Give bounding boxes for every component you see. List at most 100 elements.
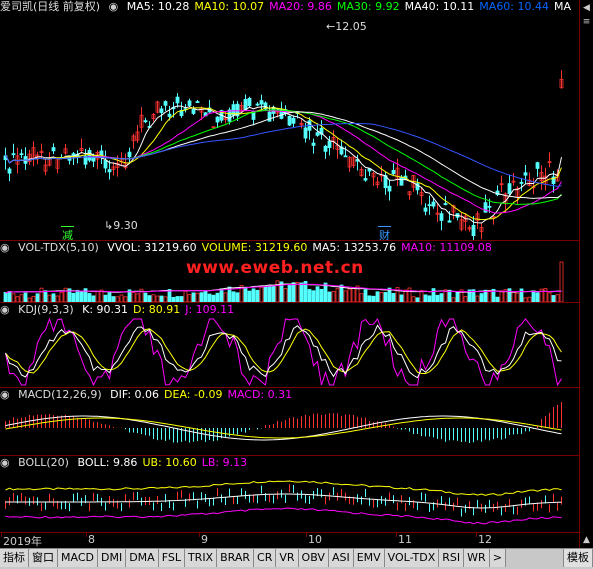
tab-wr[interactable]: WR [464, 549, 490, 567]
kdj-chart[interactable] [0, 317, 578, 387]
boll-chart[interactable] [0, 470, 578, 532]
volume-bar [259, 286, 264, 302]
legend-item: BOLL: 9.86 [77, 456, 138, 469]
tab-emv[interactable]: EMV [353, 549, 385, 567]
volume-bar [255, 289, 260, 302]
volume-bar [59, 291, 64, 302]
volume-bar [43, 290, 48, 302]
legend-item: MA30: 9.92 [336, 0, 400, 13]
tab-asi[interactable]: ASI [328, 549, 354, 567]
tab-fsl[interactable]: FSL [158, 549, 185, 567]
volume-bar [435, 294, 440, 302]
macd-dea-line [5, 417, 562, 439]
boll-ub-line [5, 480, 562, 496]
volume-bar [447, 289, 452, 302]
candle-body [423, 207, 428, 212]
volume-bar [407, 287, 412, 302]
volume-bar [439, 293, 444, 302]
volume-bar [375, 291, 380, 302]
volume-bar [331, 291, 336, 302]
macd-chart[interactable] [0, 402, 578, 455]
candle-body [315, 132, 320, 136]
volume-bar [555, 294, 560, 302]
tab-brar[interactable]: BRAR [217, 549, 255, 567]
candle-body [215, 116, 220, 123]
boll-settings-icon[interactable]: ◉ [0, 456, 10, 469]
candle-body [387, 185, 392, 192]
axis-label: 9 [201, 533, 208, 546]
vol-ma10-line [5, 283, 562, 294]
volume-bar [191, 292, 196, 302]
tab-vr[interactable]: VR [276, 549, 299, 567]
candle-body [7, 168, 12, 174]
volume-bar [379, 291, 384, 302]
tab-rsi[interactable]: RSI [439, 549, 465, 567]
legend-item: D: 80.91 [133, 303, 181, 316]
candle-body [343, 155, 348, 158]
candle-body [91, 157, 96, 162]
volume-bar [103, 294, 108, 302]
tab-trix[interactable]: TRIX [184, 549, 218, 567]
volume-bar [507, 288, 512, 302]
legend-item: MA60: 10.44 [479, 0, 550, 13]
ma-legend: MA5: 10.28 MA10: 10.07 MA20: 9.86 MA30: 9.9… [127, 0, 576, 13]
kdj-settings-icon[interactable]: ◉ [0, 303, 10, 316]
tab-dmi[interactable]: DMI [97, 549, 127, 567]
volume-bar [263, 285, 268, 302]
volume-bar [559, 261, 564, 302]
menu-icon[interactable]: ≡ [581, 16, 592, 29]
tab-obv[interactable]: OBV [298, 549, 329, 567]
scroll-left-icon[interactable]: ◀ [581, 2, 592, 15]
volume-bar [75, 289, 80, 302]
boll-panel[interactable]: ◉ BOLL(20) BOLL: 9.86 UB: 10.60 LB: 9.13 [0, 456, 580, 532]
volume-bar [363, 289, 368, 302]
candle-body [327, 140, 332, 149]
volume-bar [499, 290, 504, 302]
candle-body [287, 115, 292, 126]
tab-dma[interactable]: DMA [126, 549, 159, 567]
tab-[interactable]: > [489, 549, 506, 567]
candle-body [163, 101, 168, 106]
legend-item: MA5: 13253.76 [312, 241, 397, 254]
volume-bar [63, 287, 68, 302]
volume-bar [251, 288, 256, 302]
volume-bar [7, 290, 12, 302]
volume-bar [47, 294, 52, 302]
tab-cr[interactable]: CR [254, 549, 277, 567]
candle-body [159, 108, 164, 113]
axis-label: 12 [478, 533, 492, 546]
volume-bar [51, 293, 56, 302]
macd-panel-header: ◉ MACD(12,26,9) DIF: 0.06 DEA: -0.09 MACD:… [0, 388, 302, 402]
axis-tick [86, 533, 87, 537]
legend-item: VOLUME: 31219.60 [201, 241, 308, 254]
tab-template[interactable]: 模板 [563, 549, 593, 567]
volume-bar [455, 291, 460, 302]
macd-panel[interactable]: ◉ MACD(12,26,9) DIF: 0.06 DEA: -0.09 MACD:… [0, 388, 580, 455]
scroll-up-icon[interactable]: ▲ [581, 534, 592, 547]
candlestick-chart[interactable] [0, 14, 578, 240]
price-panel[interactable]: 爱司凯(日线 前复权) ◉ MA5: 10.28 MA10: 10.07 MA20:… [0, 0, 580, 242]
kdj-panel-header: ◉ KDJ(9,3,3) K: 90.31 D: 80.91 J: 109.11 [0, 303, 244, 317]
axis-tick [396, 533, 397, 537]
tab-macd[interactable]: MACD [58, 549, 98, 567]
candle-body [103, 159, 108, 169]
volume-bar [511, 291, 516, 302]
candle-body [519, 181, 524, 184]
tab-[interactable]: 窗口 [29, 549, 58, 567]
volume-bar [95, 290, 100, 302]
volume-bar [235, 292, 240, 302]
volume-bar [119, 294, 124, 302]
legend-item: LB: 9.13 [201, 456, 248, 469]
volume-bar [223, 292, 228, 302]
volume-bar [195, 292, 200, 302]
macd-settings-icon[interactable]: ◉ [0, 388, 10, 401]
candle-body [443, 203, 448, 205]
volume-settings-icon[interactable]: ◉ [0, 241, 10, 254]
kdj-panel[interactable]: ◉ KDJ(9,3,3) K: 90.31 D: 80.91 J: 109.11 [0, 303, 580, 387]
tab-voltdx[interactable]: VOL-TDX [384, 549, 440, 567]
volume-bar [207, 293, 212, 302]
volume-bar [131, 292, 136, 302]
price-panel-settings-icon[interactable]: ◉ [109, 0, 119, 13]
candle-body [195, 101, 200, 103]
tab-[interactable]: 指标 [0, 549, 29, 567]
